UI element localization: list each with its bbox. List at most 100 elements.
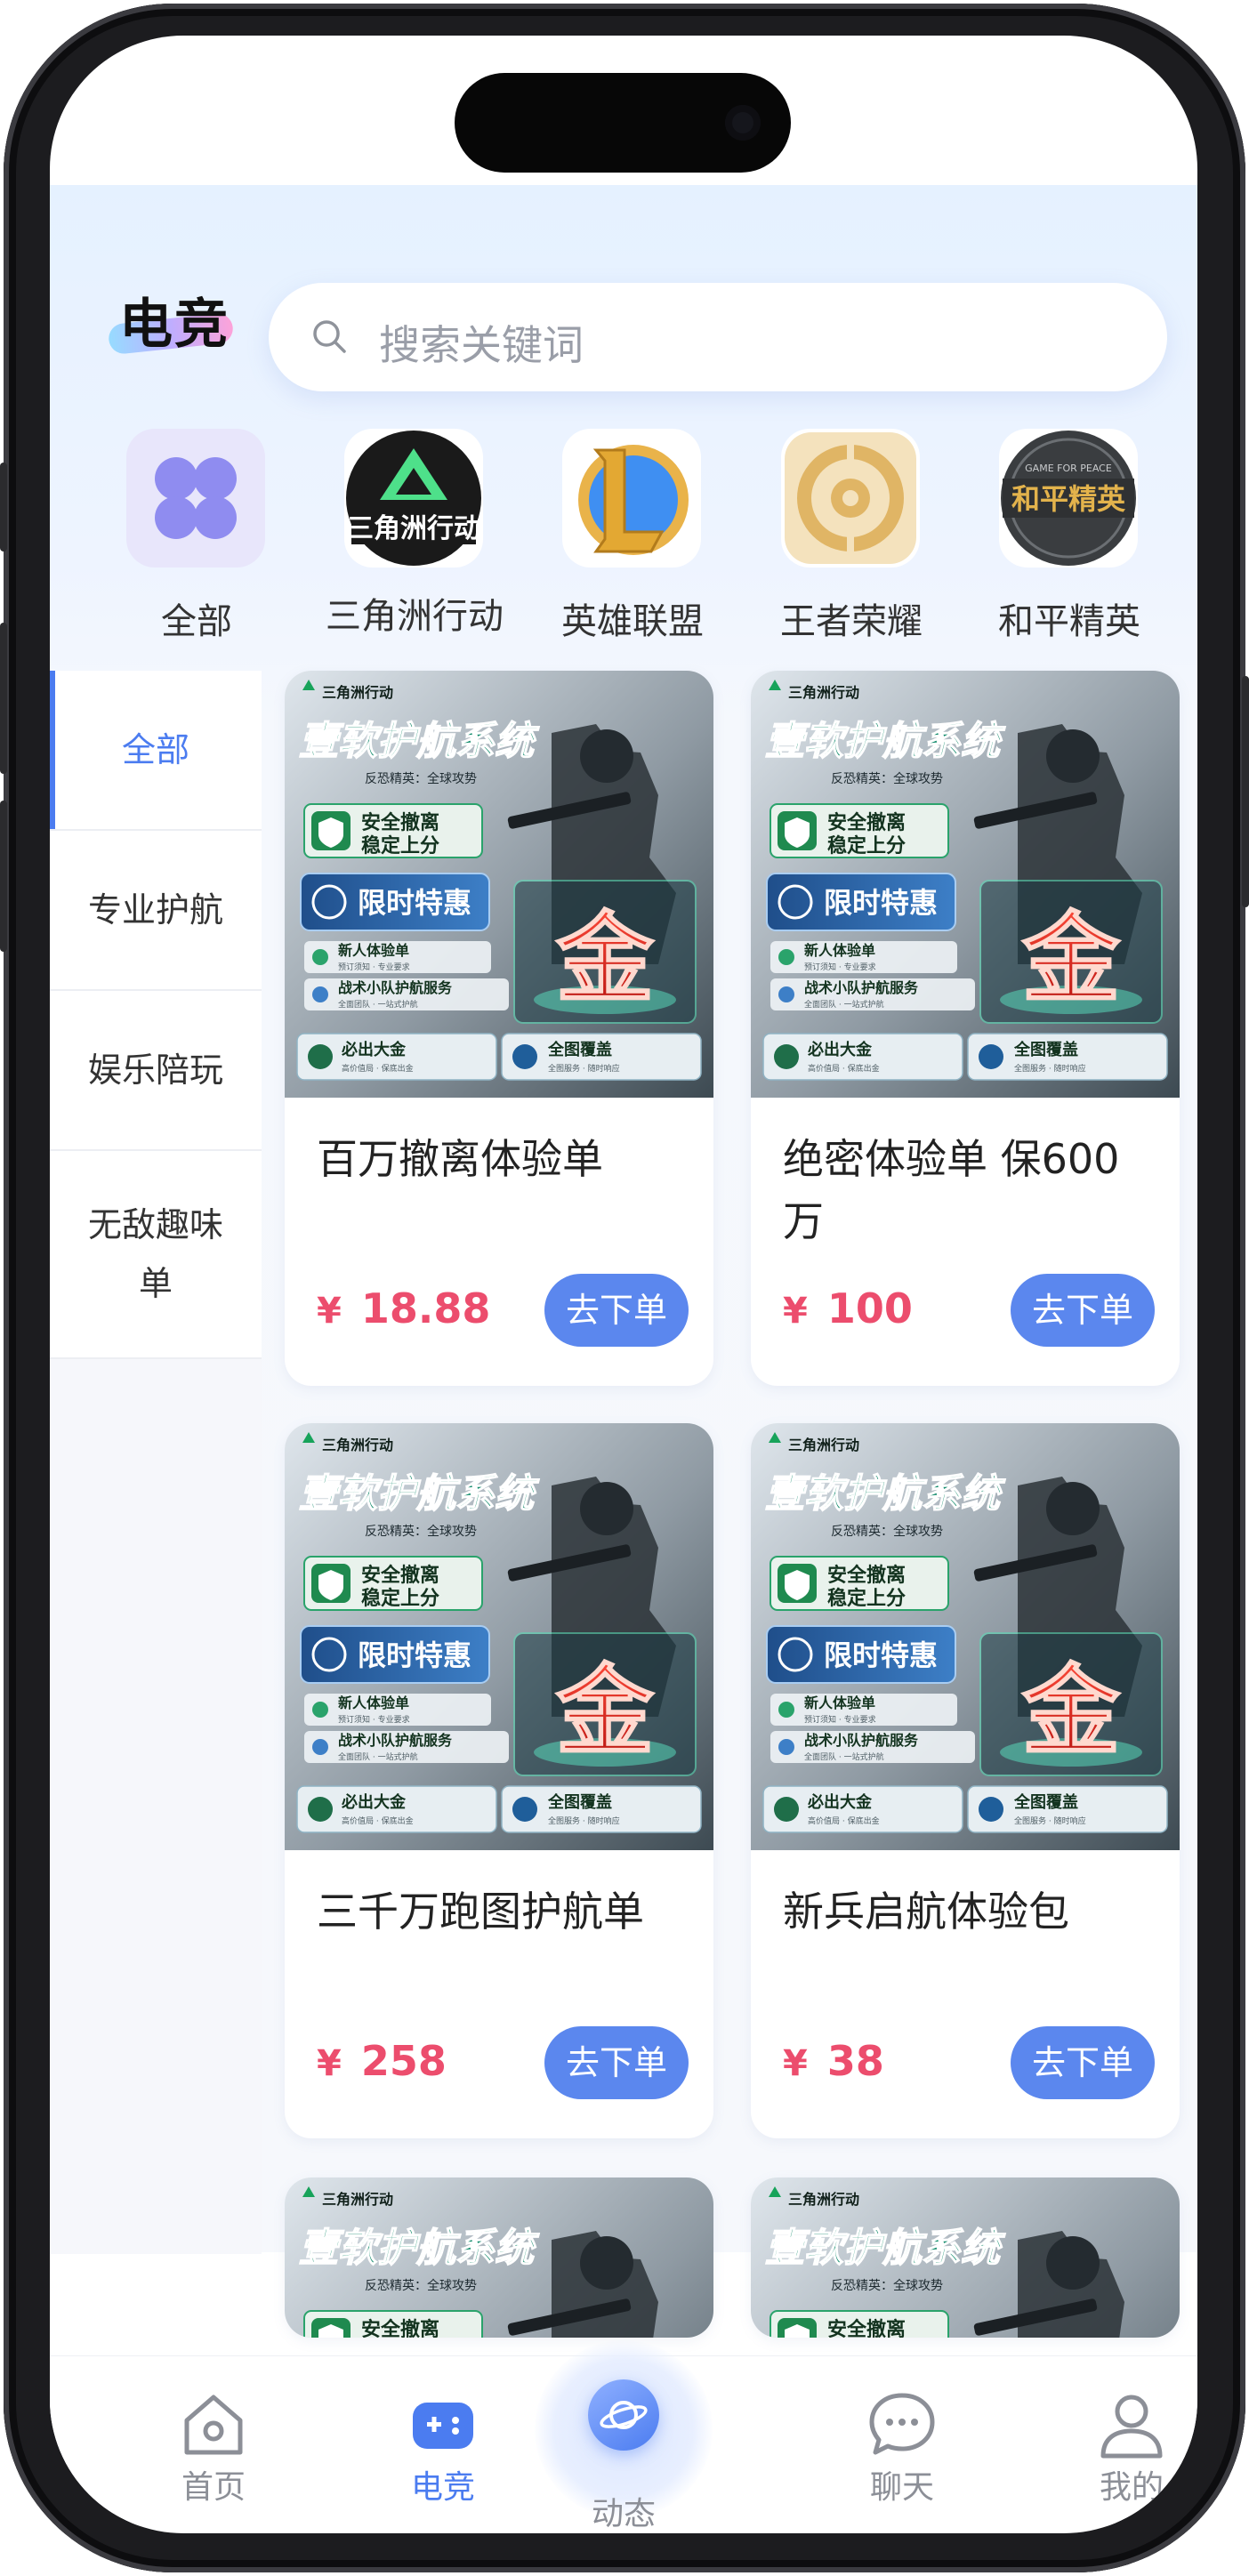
search-bar[interactable]: 搜索关键词 bbox=[269, 283, 1167, 391]
svg-text:反恐精英：全球攻势: 反恐精英：全球攻势 bbox=[365, 771, 477, 786]
volume-up-button bbox=[0, 623, 7, 774]
svg-text:安全撤离: 安全撤离 bbox=[827, 811, 906, 834]
svg-text:战术小队护航服务: 战术小队护航服务 bbox=[338, 1732, 453, 1749]
sidebar-item-fun-orders[interactable]: 无敌趣味单 bbox=[50, 1151, 262, 1359]
svg-text:全图服务 · 随时响应: 全图服务 · 随时响应 bbox=[548, 1815, 620, 1826]
svg-text:预订须知 · 专业要求: 预订须知 · 专业要求 bbox=[804, 1714, 876, 1725]
brand-logo: 电竞 bbox=[107, 281, 242, 356]
svg-text:全面团队 · 一站式护航: 全面团队 · 一站式护航 bbox=[338, 999, 418, 1010]
product-card[interactable]: 三角洲行动壹软护航系统反恐精英：全球攻势安全撤离稳定上分限时特惠新人体验单预订须… bbox=[285, 671, 713, 1386]
product-poster-image: 三角洲行动壹软护航系统反恐精英：全球攻势安全撤离稳定上分限时特惠新人体验单预订须… bbox=[285, 671, 713, 1098]
home-icon bbox=[184, 2395, 243, 2455]
svg-text:全图服务 · 随时响应: 全图服务 · 随时响应 bbox=[1014, 1063, 1086, 1074]
category-label: 全部 bbox=[161, 601, 232, 642]
honor-of-kings-logo bbox=[781, 429, 920, 568]
tab-label: 动态 bbox=[591, 2496, 656, 2532]
sidebar-item-pro-escort[interactable]: 专业护航 bbox=[50, 831, 262, 991]
svg-text:稳定上分: 稳定上分 bbox=[361, 834, 439, 857]
product-card[interactable]: 三角洲行动壹软护航系统反恐精英：全球攻势安全撤离稳定上分限时特惠新人体验单预订须… bbox=[285, 1423, 713, 2138]
delta-force-logo: 三角洲行动 bbox=[344, 429, 483, 568]
volume-down-button bbox=[0, 801, 7, 952]
power-button bbox=[1242, 676, 1249, 907]
search-icon bbox=[313, 320, 346, 353]
svg-text:必出大金: 必出大金 bbox=[807, 1792, 873, 1812]
svg-text:全图覆盖: 全图覆盖 bbox=[547, 1792, 612, 1812]
svg-text:高价值局 · 保底出金: 高价值局 · 保底出金 bbox=[808, 1063, 880, 1074]
product-price: ¥258 bbox=[317, 2037, 447, 2085]
svg-text:必出大金: 必出大金 bbox=[341, 1792, 407, 1812]
chat-icon bbox=[869, 2393, 935, 2455]
category-league-of-legends[interactable]: 英雄联盟 bbox=[539, 423, 726, 642]
product-card[interactable]: 三角洲行动壹软护航系统反恐精英：全球攻势安全撤离稳定上分限时特惠新人体验单预订须… bbox=[751, 671, 1180, 1386]
svg-text:全图服务 · 随时响应: 全图服务 · 随时响应 bbox=[1014, 1815, 1086, 1826]
svg-text:战术小队护航服务: 战术小队护航服务 bbox=[338, 979, 453, 996]
category-peace-elite[interactable]: 和平精英 GAME FOR PEACE 和平精英 bbox=[976, 423, 1163, 642]
product-price: ¥18.88 bbox=[317, 1284, 491, 1332]
dynamic-island bbox=[455, 73, 791, 173]
category-label: 王者荣耀 bbox=[780, 601, 923, 642]
tab-esports[interactable]: 电竞 bbox=[363, 2356, 523, 2525]
category-label: 三角洲行动 bbox=[326, 596, 504, 637]
product-poster-image: 三角洲行动壹软护航系统反恐精英：全球攻势安全撤离稳定上分限时特惠新人体验单预订须… bbox=[751, 2178, 1180, 2338]
product-price: ¥38 bbox=[783, 2037, 884, 2085]
product-price: ¥100 bbox=[783, 1284, 913, 1332]
svg-text:反恐精英：全球攻势: 反恐精英：全球攻势 bbox=[831, 2278, 943, 2293]
search-placeholder: 搜索关键词 bbox=[379, 321, 584, 369]
tab-home[interactable]: 首页 bbox=[133, 2356, 294, 2525]
svg-text:金: 金 bbox=[1021, 1654, 1121, 1768]
sidebar: 全部 专业护航 娱乐陪玩 无敌趣味单 bbox=[50, 671, 262, 2254]
svg-text:全图覆盖: 全图覆盖 bbox=[547, 1040, 612, 1059]
svg-text:限时特惠: 限时特惠 bbox=[358, 886, 471, 920]
tab-chat[interactable]: 聊天 bbox=[822, 2356, 982, 2525]
svg-text:预订须知 · 专业要求: 预订须知 · 专业要求 bbox=[338, 962, 410, 972]
svg-text:新人体验单: 新人体验单 bbox=[804, 942, 875, 959]
product-title: 三千万跑图护航单 bbox=[317, 1888, 644, 1936]
tab-moments[interactable]: 动态 bbox=[535, 2340, 713, 2532]
svg-text:全图覆盖: 全图覆盖 bbox=[1013, 1040, 1078, 1059]
svg-text:稳定上分: 稳定上分 bbox=[827, 834, 906, 857]
order-button[interactable]: 去下单 bbox=[1011, 1274, 1155, 1347]
gamepad-icon bbox=[413, 2403, 473, 2449]
product-poster-image: 三角洲行动壹软护航系统反恐精英：全球攻势安全撤离稳定上分限时特惠新人体验单预订须… bbox=[285, 1423, 713, 1850]
product-title: 绝密体验单 保600万 bbox=[783, 1135, 1120, 1245]
svg-text:三角洲行动: 三角洲行动 bbox=[322, 1437, 393, 1453]
sidebar-item-label: 无敌趣味单 bbox=[87, 1205, 223, 1303]
order-button[interactable]: 去下单 bbox=[1011, 2026, 1155, 2099]
product-title: 百万撤离体验单 bbox=[317, 1135, 603, 1183]
tab-label: 我的 bbox=[1099, 2469, 1164, 2506]
category-honor-of-kings[interactable]: 王者荣耀 bbox=[758, 423, 945, 642]
svg-text:反恐精英：全球攻势: 反恐精英：全球攻势 bbox=[831, 1524, 943, 1539]
svg-text:全面团队 · 一站式护航: 全面团队 · 一站式护航 bbox=[804, 1751, 884, 1762]
product-card[interactable]: 三角洲行动壹软护航系统反恐精英：全球攻势安全撤离稳定上分限时特惠新人体验单预订须… bbox=[751, 2178, 1180, 2338]
svg-text:稳定上分: 稳定上分 bbox=[361, 1587, 439, 1610]
svg-text:壹软护航系统: 壹软护航系统 bbox=[765, 2226, 1006, 2271]
sidebar-item-fun-play[interactable]: 娱乐陪玩 bbox=[50, 991, 262, 1151]
tab-profile[interactable]: 我的 bbox=[1052, 2356, 1197, 2525]
svg-text:新人体验单: 新人体验单 bbox=[338, 1695, 409, 1711]
product-poster-image: 三角洲行动壹软护航系统反恐精英：全球攻势安全撤离稳定上分限时特惠新人体验单预订须… bbox=[285, 2178, 713, 2338]
brand-title: 电竞 bbox=[119, 294, 230, 356]
product-card[interactable]: 三角洲行动壹软护航系统反恐精英：全球攻势安全撤离稳定上分限时特惠新人体验单预订须… bbox=[751, 1423, 1180, 2138]
sidebar-item-label: 全部 bbox=[121, 730, 189, 769]
svg-text:安全撤离: 安全撤离 bbox=[361, 811, 439, 834]
svg-text:新人体验单: 新人体验单 bbox=[804, 1695, 875, 1711]
svg-text:限时特惠: 限时特惠 bbox=[824, 1638, 938, 1672]
order-button[interactable]: 去下单 bbox=[544, 2026, 689, 2099]
category-label: 英雄联盟 bbox=[561, 601, 704, 642]
svg-text:稳定上分: 稳定上分 bbox=[827, 1587, 906, 1610]
category-delta-force[interactable]: 三角洲行动 三角洲行动 bbox=[321, 423, 508, 637]
category-all[interactable]: 全部 bbox=[103, 423, 290, 642]
screen: 电竞 搜索关键词 全部 三角洲行动 三角洲行动 英雄联盟 王者荣耀 和平精英 G… bbox=[50, 36, 1197, 2533]
sidebar-item-all[interactable]: 全部 bbox=[50, 671, 262, 831]
mute-switch bbox=[0, 463, 7, 551]
svg-text:安全撤离: 安全撤离 bbox=[827, 1564, 906, 1587]
user-icon bbox=[1100, 2395, 1163, 2459]
product-grid: 三角洲行动 壹软护航系统 反恐精英：全球攻势 安全撤离 稳定上分 限时特惠 新人体验单 预订须… bbox=[285, 671, 1180, 2338]
svg-text:金: 金 bbox=[555, 902, 655, 1016]
camera-icon bbox=[725, 105, 761, 141]
svg-text:高价值局 · 保底出金: 高价值局 · 保底出金 bbox=[808, 1815, 880, 1826]
svg-text:反恐精英：全球攻势: 反恐精英：全球攻势 bbox=[365, 2278, 477, 2293]
product-card[interactable]: 三角洲行动壹软护航系统反恐精英：全球攻势安全撤离稳定上分限时特惠新人体验单预订须… bbox=[285, 2178, 713, 2338]
svg-text:安全撤离: 安全撤离 bbox=[361, 1564, 439, 1587]
order-button[interactable]: 去下单 bbox=[544, 1274, 689, 1347]
